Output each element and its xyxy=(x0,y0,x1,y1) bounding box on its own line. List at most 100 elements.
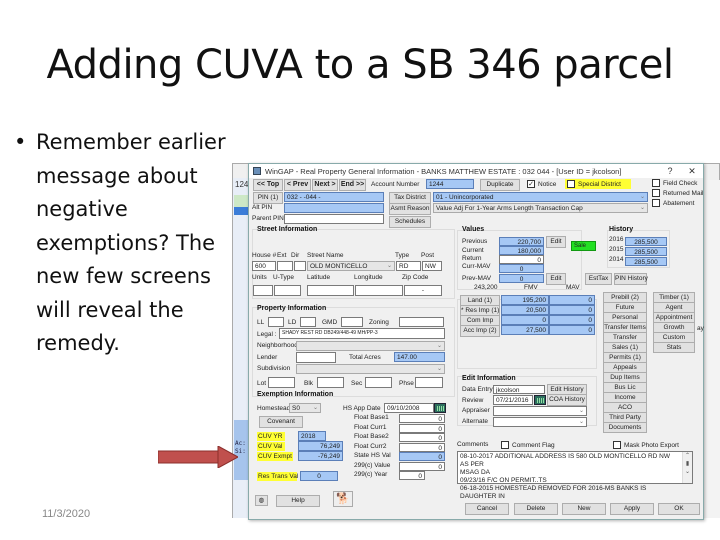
schedules-button[interactable]: Schedules xyxy=(389,216,431,228)
street-type-field[interactable]: RD xyxy=(396,261,421,271)
street-name-select[interactable]: OLD MONTICELLO ⌄ xyxy=(307,261,395,271)
help-button[interactable]: Help xyxy=(276,495,320,507)
duplicate-button[interactable]: Duplicate xyxy=(480,179,520,191)
neighborhood-select[interactable]: ⌄ xyxy=(296,341,445,351)
blk-field[interactable] xyxy=(317,377,344,388)
curr-mav-field[interactable]: 0 xyxy=(499,264,544,273)
lender-field[interactable] xyxy=(296,352,336,363)
subdivision-select[interactable]: ⌄ xyxy=(296,364,445,374)
dir-field[interactable] xyxy=(294,261,306,271)
homestead-select[interactable]: S0 ⌄ xyxy=(289,403,321,413)
esttax-button[interactable]: EstTax xyxy=(585,273,612,285)
latitude-field[interactable] xyxy=(307,285,354,296)
appraiser-select[interactable]: ⌄ xyxy=(493,406,587,416)
prev-mav-field[interactable]: 0 xyxy=(499,274,544,283)
cuv-exmpt-field[interactable]: -76,249 xyxy=(298,451,343,461)
field-check-checkbox[interactable]: Field Check xyxy=(652,179,697,187)
pin-field[interactable]: 032 - -044 - xyxy=(284,192,384,202)
fmv-value[interactable]: 27,500 xyxy=(501,325,549,335)
lot-field[interactable] xyxy=(268,377,295,388)
pin-history-button[interactable]: PIN History xyxy=(614,273,648,285)
house-number-field[interactable]: 600 xyxy=(252,261,276,271)
calendar-icon[interactable] xyxy=(434,403,446,413)
comments-textarea[interactable]: 08-10-2017 ADDITIONAL ADDRESS IS 580 OLD… xyxy=(457,451,693,500)
comment-flag-checkbox[interactable]: Comment Flag xyxy=(501,441,555,449)
fmv-row-button[interactable]: Acc Imp (2) xyxy=(460,325,500,337)
mav-value[interactable]: 0 xyxy=(549,295,595,305)
mascot-icon[interactable]: 🐕 xyxy=(333,491,353,507)
float-value[interactable]: 0 xyxy=(399,471,425,480)
mask-photo-export-checkbox[interactable]: Mask Photo Export xyxy=(613,441,679,449)
comments-scrollbar[interactable]: ⌃ ▮ ⌄ xyxy=(682,452,692,483)
asmt-reason-select[interactable]: Value Adj For 1-Year Arms Length Transac… xyxy=(433,203,648,213)
gmd-field[interactable] xyxy=(341,317,363,327)
nav-end-button[interactable]: End >> xyxy=(339,179,366,191)
current-value-field[interactable]: 180,000 xyxy=(499,246,544,255)
side-button[interactable]: Documents xyxy=(603,422,647,433)
data-entry-field[interactable]: jkcolson xyxy=(493,385,545,394)
mav-value[interactable]: 0 xyxy=(549,315,595,325)
ld-field[interactable] xyxy=(300,317,316,327)
globe-button[interactable]: ◍ xyxy=(255,495,268,506)
ll-field[interactable] xyxy=(268,317,284,327)
float-value[interactable]: 0 xyxy=(399,433,445,442)
float-value[interactable]: 0 xyxy=(399,414,445,423)
previous-value-field[interactable]: 220,700 xyxy=(499,237,544,246)
longitude-field[interactable] xyxy=(355,285,403,296)
res-trans-val-field[interactable]: 0 xyxy=(300,471,338,481)
cuv-yr-field[interactable]: 2018 xyxy=(298,431,326,441)
edit-previous-button[interactable]: Edit xyxy=(546,236,566,248)
nav-next-button[interactable]: Next > xyxy=(312,179,338,191)
delete-button[interactable]: Delete xyxy=(514,503,558,515)
asmt-reason-button[interactable]: Asmt Reason xyxy=(389,203,431,215)
pin-button[interactable]: PIN (1) xyxy=(253,192,283,204)
parent-pin-field[interactable] xyxy=(284,214,384,224)
mav-value[interactable]: 0 xyxy=(549,305,595,315)
coa-history-button[interactable]: COA History xyxy=(547,394,587,406)
cancel-button[interactable]: Cancel xyxy=(465,503,509,515)
calendar-icon[interactable] xyxy=(534,395,546,405)
special-district-checkbox[interactable]: Special District xyxy=(565,179,631,189)
alternate-select[interactable]: ⌄ xyxy=(493,417,587,427)
cuv-val-field[interactable]: 76,249 xyxy=(298,441,343,451)
fmv-value[interactable]: 195,200 xyxy=(501,295,549,305)
close-button[interactable]: ✕ xyxy=(681,166,703,177)
apply-button[interactable]: Apply xyxy=(610,503,654,515)
account-number-field[interactable]: 1244 xyxy=(426,179,474,189)
abatement-checkbox[interactable]: Abatement xyxy=(652,199,694,207)
mav-value[interactable]: 0 xyxy=(549,325,595,335)
ext-field[interactable] xyxy=(277,261,293,271)
nav-top-button[interactable]: << Top xyxy=(253,179,283,191)
side-button[interactable]: Stats xyxy=(653,342,695,353)
sec-field[interactable] xyxy=(365,377,392,388)
new-button[interactable]: New xyxy=(562,503,606,515)
legal-field[interactable]: SHADY REST RD DB249/448-49 MH/PP-3 xyxy=(279,328,445,339)
tax-district-select[interactable]: 01 - Unincorporated ⌄ xyxy=(433,192,648,202)
edit-prev-mav-button[interactable]: Edit xyxy=(546,273,566,285)
help-question-button[interactable]: ? xyxy=(659,166,681,176)
notice-checkbox[interactable]: ✓ Notice xyxy=(527,180,556,188)
units-field[interactable] xyxy=(253,285,273,296)
ok-button[interactable]: OK xyxy=(658,503,700,515)
zoning-field[interactable] xyxy=(399,317,444,327)
phse-field[interactable] xyxy=(415,377,443,388)
street-post-field[interactable]: NW xyxy=(422,261,442,271)
return-value-field[interactable]: 0 xyxy=(499,255,544,264)
checkbox-box xyxy=(652,189,660,197)
total-acres-field[interactable]: 147.00 xyxy=(394,352,445,362)
returned-mail-checkbox[interactable]: Returned Mail xyxy=(652,189,703,197)
float-value[interactable]: 0 xyxy=(399,423,445,433)
alt-pin-field[interactable] xyxy=(284,203,384,213)
covenant-button[interactable]: Covenant xyxy=(259,416,303,428)
utype-field[interactable] xyxy=(274,285,301,296)
float-value[interactable]: 0 xyxy=(399,442,445,452)
sale-badge: Sale xyxy=(571,241,596,251)
fmv-value[interactable]: 0 xyxy=(501,315,549,325)
zip-code-field[interactable]: - xyxy=(404,285,442,296)
review-date-field[interactable]: 07/21/2016 xyxy=(493,395,533,405)
hs-app-date-field[interactable]: 09/10/2008 xyxy=(384,403,434,413)
float-value[interactable]: 0 xyxy=(399,452,445,461)
float-value[interactable]: 0 xyxy=(399,461,445,471)
fmv-value[interactable]: 20,500 xyxy=(501,305,549,315)
nav-prev-button[interactable]: < Prev xyxy=(284,179,311,191)
